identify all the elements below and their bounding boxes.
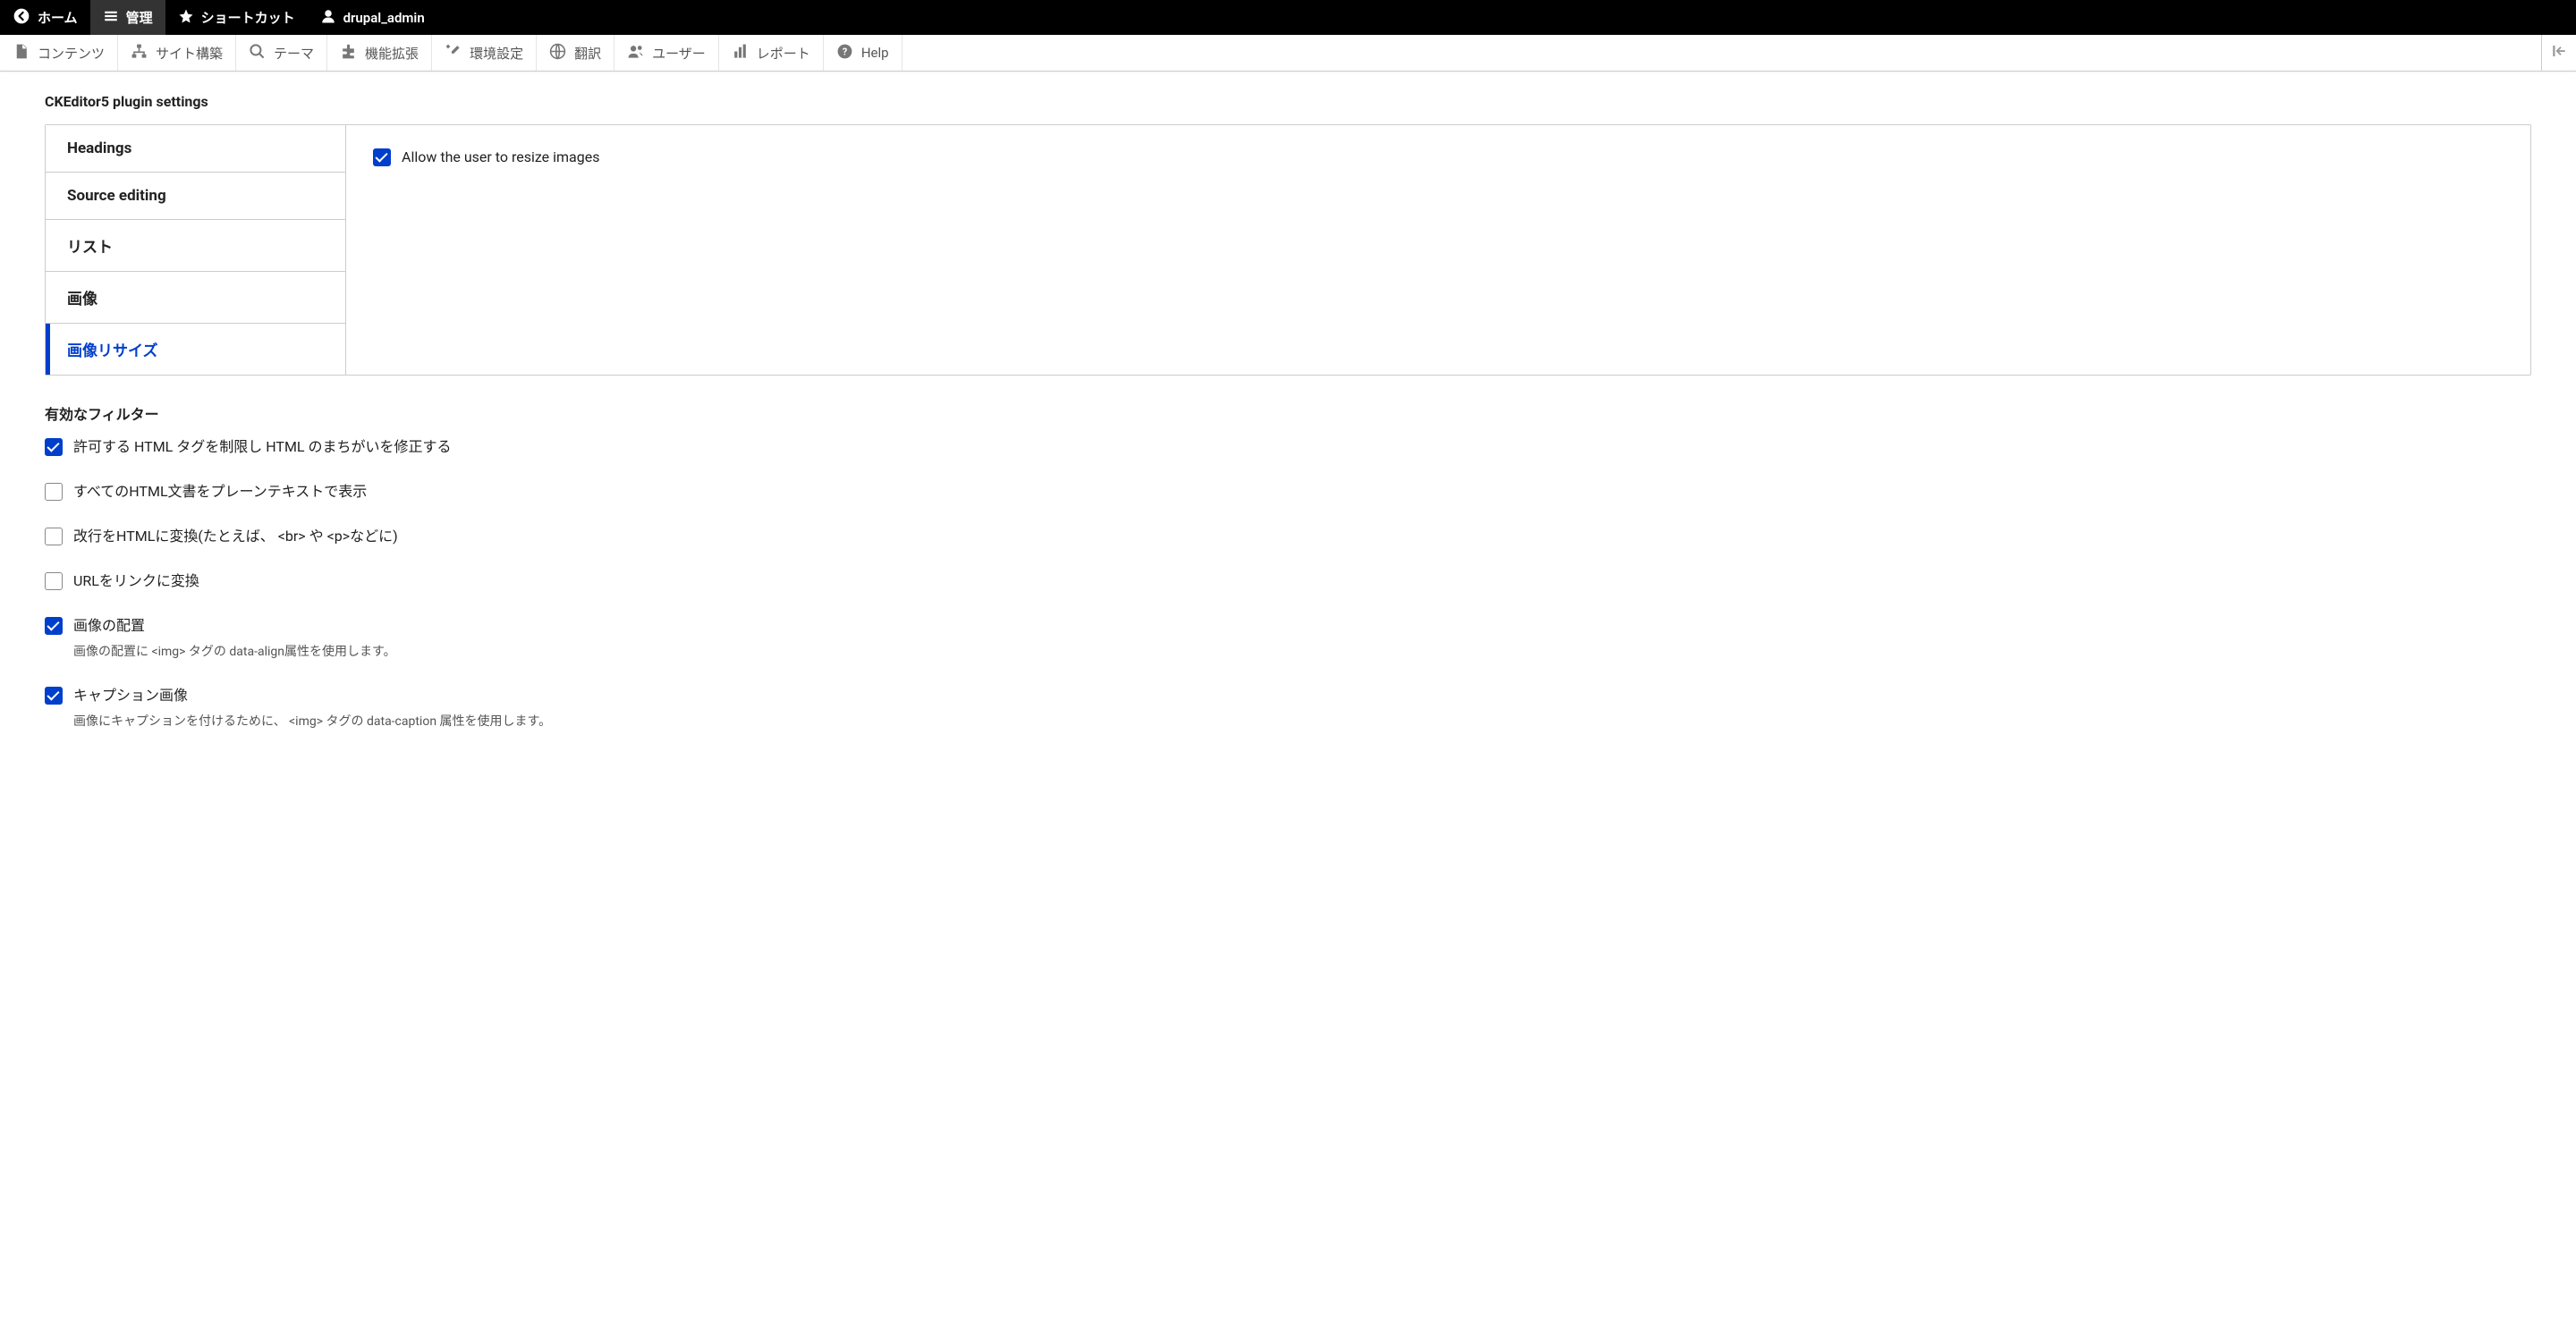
- resize-allow-row: Allow the user to resize images: [373, 148, 2504, 166]
- menu-icon: [103, 8, 119, 28]
- filter-label: すべてのHTML文書をプレーンテキストで表示: [73, 483, 367, 501]
- toolbar-appearance[interactable]: テーマ: [236, 35, 327, 71]
- filter-checkbox[interactable]: [45, 483, 63, 501]
- user-button[interactable]: drupal_admin: [308, 0, 437, 35]
- filter-checkbox[interactable]: [45, 572, 63, 590]
- vtabs-panel: Allow the user to resize images: [346, 125, 2530, 375]
- vtabs-list: Headings Source editing リスト 画像 画像リサイズ: [46, 125, 346, 375]
- toolbar-content-label: コンテンツ: [38, 44, 105, 63]
- svg-text:?: ?: [843, 46, 848, 57]
- toolbar-translate-label: 翻訳: [574, 44, 601, 63]
- filter-item: 許可する HTML タグを制限し HTML のまちがいを修正する: [45, 438, 2531, 456]
- tab-image[interactable]: 画像: [46, 272, 345, 324]
- filter-description: 画像の配置に <img> タグの data-align属性を使用します。: [73, 642, 2531, 660]
- toolbar-people-label: ユーザー: [652, 44, 706, 63]
- toolbar-help-label: Help: [861, 45, 889, 61]
- appearance-icon: [249, 43, 266, 63]
- filter-item: 改行をHTMLに変換(たとえば、 <br> や <p>などに): [45, 528, 2531, 545]
- filter-label: キャプション画像: [73, 687, 188, 705]
- user-label: drupal_admin: [343, 10, 425, 26]
- back-icon: [13, 7, 30, 29]
- plugin-vtabs: Headings Source editing リスト 画像 画像リサイズ Al…: [45, 124, 2531, 376]
- filter-checkbox[interactable]: [45, 438, 63, 456]
- filter-label: 改行をHTMLに変換(たとえば、 <br> や <p>などに): [73, 528, 398, 545]
- toolbar-structure[interactable]: サイト構築: [118, 35, 236, 71]
- toolbar-appearance-label: テーマ: [274, 44, 314, 63]
- resize-allow-label: Allow the user to resize images: [402, 148, 599, 166]
- toolbar-help[interactable]: ? Help: [824, 35, 902, 71]
- toolbar-extend[interactable]: 機能拡張: [327, 35, 432, 71]
- filter-item: 画像の配置画像の配置に <img> タグの data-align属性を使用します…: [45, 617, 2531, 660]
- filter-checkbox[interactable]: [45, 617, 63, 635]
- back-home-button[interactable]: ホーム: [0, 0, 90, 35]
- toolbar-people[interactable]: ユーザー: [614, 35, 719, 71]
- filter-label: URLをリンクに変換: [73, 572, 199, 590]
- filter-row: 許可する HTML タグを制限し HTML のまちがいを修正する: [45, 438, 2531, 456]
- filter-checkbox[interactable]: [45, 687, 63, 705]
- shortcuts-button[interactable]: ショートカット: [165, 0, 308, 35]
- toolbar-config[interactable]: 環境設定: [432, 35, 537, 71]
- plugin-settings-title: CKEditor5 plugin settings: [45, 93, 2531, 110]
- filter-row: 改行をHTMLに変換(たとえば、 <br> や <p>などに): [45, 528, 2531, 545]
- tab-headings[interactable]: Headings: [46, 125, 345, 173]
- extend-icon: [340, 43, 357, 63]
- filter-item: URLをリンクに変換: [45, 572, 2531, 590]
- config-icon: [445, 43, 462, 63]
- toolbar-config-label: 環境設定: [470, 44, 523, 63]
- filter-label: 許可する HTML タグを制限し HTML のまちがいを修正する: [73, 438, 452, 456]
- file-icon: [13, 43, 30, 63]
- filter-description: 画像にキャプションを付けるために、 <img> タグの data-caption…: [73, 712, 2531, 730]
- collapse-icon: [2551, 43, 2567, 63]
- toolbar-reports-label: レポート: [757, 44, 810, 63]
- top-admin-bar: ホーム 管理 ショートカット drupal_admin: [0, 0, 2576, 35]
- globe-icon: [549, 43, 566, 63]
- admin-toolbar: コンテンツ サイト構築 テーマ 機能拡張 環境設定 翻訳 ユーザー レポート ?…: [0, 35, 2576, 72]
- filter-label: 画像の配置: [73, 617, 145, 635]
- user-icon: [320, 8, 336, 28]
- structure-icon: [131, 43, 148, 63]
- filters-section: 許可する HTML タグを制限し HTML のまちがいを修正するすべてのHTML…: [45, 438, 2531, 730]
- filter-row: キャプション画像: [45, 687, 2531, 705]
- home-label: ホーム: [38, 8, 78, 27]
- filter-checkbox[interactable]: [45, 528, 63, 545]
- filter-row: すべてのHTML文書をプレーンテキストで表示: [45, 483, 2531, 501]
- toolbar-translate[interactable]: 翻訳: [537, 35, 614, 71]
- filters-title: 有効なフィルター: [45, 402, 2531, 424]
- filter-item: すべてのHTML文書をプレーンテキストで表示: [45, 483, 2531, 501]
- filter-item: キャプション画像画像にキャプションを付けるために、 <img> タグの data…: [45, 687, 2531, 730]
- tab-image-resize[interactable]: 画像リサイズ: [46, 324, 345, 375]
- filter-row: 画像の配置: [45, 617, 2531, 635]
- shortcuts-label: ショートカット: [201, 8, 295, 27]
- manage-button[interactable]: 管理: [90, 0, 165, 35]
- filter-row: URLをリンクに変換: [45, 572, 2531, 590]
- main-content: CKEditor5 plugin settings Headings Sourc…: [0, 72, 2576, 778]
- tab-list[interactable]: リスト: [46, 220, 345, 272]
- toolbar-content[interactable]: コンテンツ: [0, 35, 118, 71]
- resize-allow-checkbox[interactable]: [373, 148, 391, 166]
- toolbar-collapse-button[interactable]: [2541, 35, 2576, 71]
- toolbar-extend-label: 機能拡張: [365, 44, 419, 63]
- people-icon: [627, 43, 644, 63]
- toolbar-reports[interactable]: レポート: [719, 35, 824, 71]
- help-icon: ?: [836, 43, 853, 63]
- manage-label: 管理: [126, 8, 153, 27]
- star-icon: [178, 8, 194, 28]
- toolbar-structure-label: サイト構築: [156, 44, 223, 63]
- reports-icon: [732, 43, 749, 63]
- tab-source-editing[interactable]: Source editing: [46, 173, 345, 220]
